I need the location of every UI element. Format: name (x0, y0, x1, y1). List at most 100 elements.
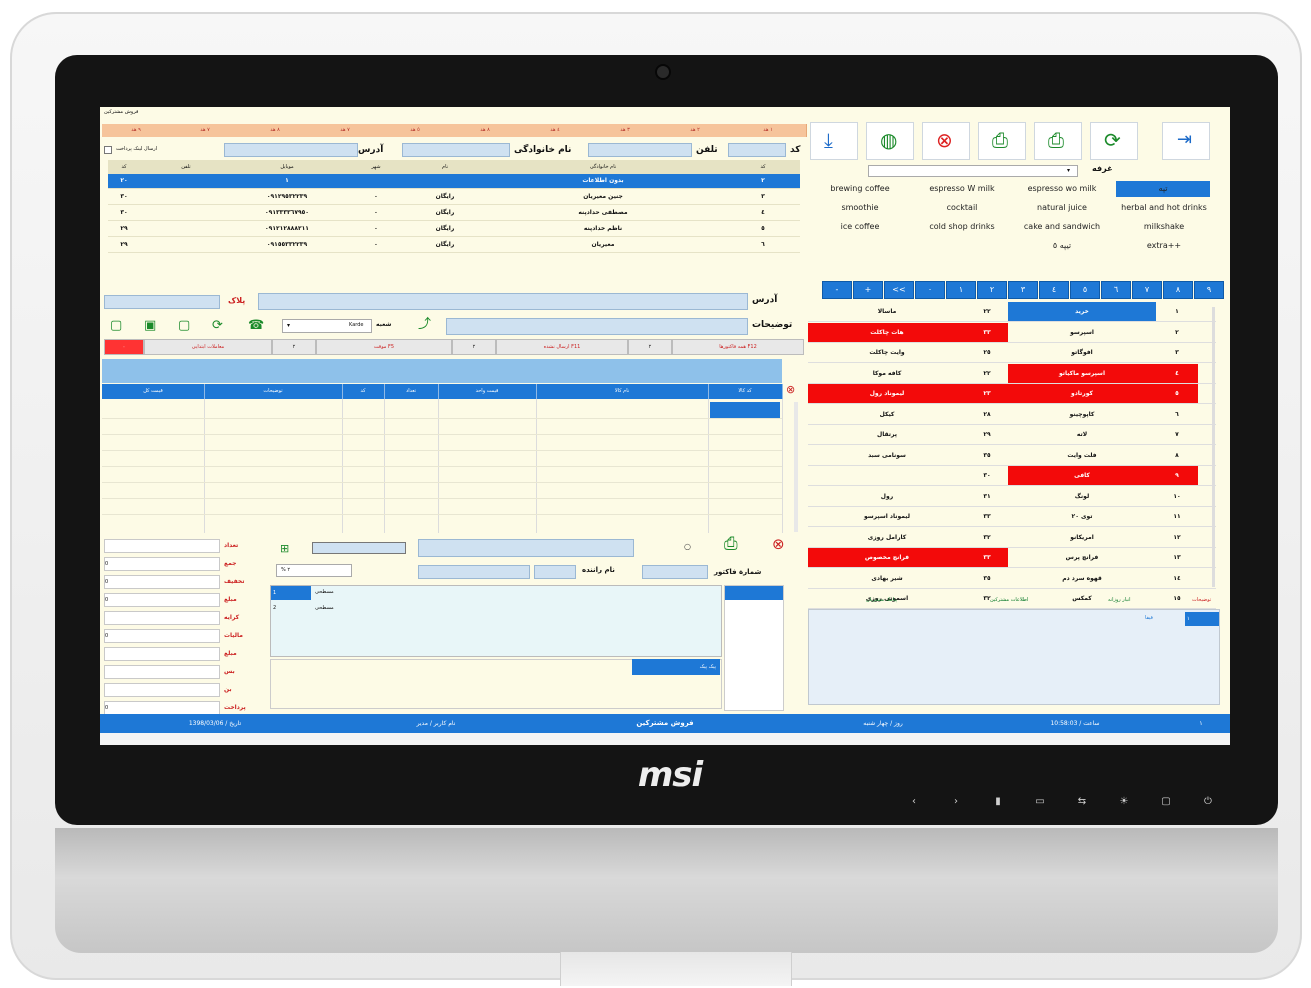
sum-field[interactable]: 0 (104, 557, 220, 571)
numpad-key[interactable]: ٢ (977, 281, 1007, 299)
room-select[interactable]: ▾ (868, 165, 1078, 177)
tab-all-invoices[interactable]: همه فاکتورها F12 (672, 339, 804, 355)
menu-row[interactable]: کیکل ٢٨ کاپوچینو ٦ (808, 405, 1216, 425)
globe-button[interactable]: ◍ (866, 122, 914, 160)
delete-invoice-icon[interactable]: ⊗ (772, 537, 785, 552)
code-search-input[interactable] (728, 143, 786, 157)
category-button[interactable]: تپه (1116, 181, 1210, 197)
category-button[interactable]: herbal and hot drinks (1112, 200, 1216, 216)
branch-select[interactable]: ▾ Karde (282, 319, 372, 333)
menu-row[interactable]: پرتقال ٢٩ لاته ٧ (808, 425, 1216, 445)
menu-row[interactable]: شیر بهادی ٣٥ قهوه سرد دم ١٤ (808, 569, 1216, 589)
numpad-key[interactable]: ٠ (915, 281, 945, 299)
printer-button[interactable]: ⎙ (1034, 122, 1082, 160)
power-icon[interactable]: ⏻ (1199, 796, 1217, 807)
discount-field[interactable]: 0 (104, 575, 220, 589)
radio-icon[interactable]: ○ (684, 543, 691, 551)
rent-field[interactable] (104, 611, 220, 625)
brightness-icon[interactable]: ☀ (1115, 796, 1133, 807)
right-arrow-icon[interactable]: › (947, 796, 965, 807)
numpad-key[interactable]: ٣ (1008, 281, 1038, 299)
phone-icon[interactable]: ☎ (248, 319, 264, 332)
column-header[interactable]: ٤ هد (520, 124, 591, 137)
family-search-input[interactable] (402, 143, 510, 157)
driver-select[interactable] (312, 542, 406, 554)
category-button[interactable]: cold shop drinks (912, 219, 1012, 235)
column-header[interactable]: ١ هد (730, 124, 807, 137)
edit-document-icon[interactable]: ▣ (144, 319, 156, 332)
pay-button[interactable]: پیک پیک (632, 659, 720, 675)
notes-row-number[interactable]: ١ (1185, 612, 1219, 626)
column-header[interactable]: ٢ هد (660, 124, 731, 137)
table-row[interactable]: ٦ معیریان رایگان ٠ ٠٩١٥٥٣٣٢٢٣٩ ٢٩ (108, 238, 800, 253)
column-header[interactable]: ٣ هد (590, 124, 661, 137)
menu-row[interactable]: سونامی سبد ٣٥ فلت وایت ٨ (808, 446, 1216, 466)
payment-field[interactable]: 0 (104, 701, 220, 715)
numpad-key[interactable]: ٤ (1039, 281, 1069, 299)
tax-field[interactable]: 0 (104, 629, 220, 643)
tab-daily[interactable]: انبار روزانه (1108, 598, 1131, 603)
column-header[interactable]: ٥ هد (380, 124, 451, 137)
card-field[interactable] (104, 683, 220, 697)
category-button[interactable]: milkshake (1112, 219, 1216, 235)
column-header[interactable]: ٨ هد (450, 124, 521, 137)
refresh-button[interactable]: ⟳ (1090, 122, 1138, 160)
numpad-key[interactable]: ٩ (1194, 281, 1224, 299)
column-header[interactable]: ٩ هد (102, 124, 171, 137)
menu-row[interactable]: کافه موکا ٢٢ اسپرسو ماکیاتو ٤ (808, 363, 1216, 384)
percent-select[interactable]: % ٢ (276, 564, 352, 577)
category-button[interactable]: cocktail (912, 200, 1012, 216)
amount2-field[interactable] (104, 647, 220, 661)
row-number[interactable]: 1 (271, 586, 311, 600)
column-header[interactable]: ٨ هد (240, 124, 311, 137)
numpad-key[interactable]: ١ (946, 281, 976, 299)
order-scrollbar[interactable] (794, 402, 798, 532)
table-row[interactable]: ٤ مصطفی حدادپنه رایگان ٠ ٠٩١٣٣٣٣٦٧٩٥٠ ٣٠ (108, 206, 800, 221)
receiver-input[interactable] (418, 565, 530, 579)
category-button[interactable]: cake and sandwich (1012, 219, 1112, 235)
menu-row[interactable]: کارامل روزی ٣٢ امریکانو ١٢ (808, 528, 1216, 548)
download-button[interactable]: ⤓ (810, 122, 858, 160)
address-search-input[interactable] (224, 143, 358, 157)
tab-notes[interactable]: توضیحات (1192, 598, 1211, 603)
menu-row[interactable]: لیموناد اسپرسو ٣٣ توی ٢٠ ١١ (808, 507, 1216, 527)
exit-button[interactable]: ⇥ (1162, 122, 1210, 160)
print-invoice-icon[interactable]: ⎙ (724, 536, 738, 553)
invoice-number-input[interactable] (642, 565, 708, 579)
delete-row-icon[interactable]: ⊗ (786, 384, 795, 395)
category-button[interactable]: تیپه ٥ (1012, 238, 1112, 254)
menu-row[interactable]: ٣٠ کافی ٩ (808, 466, 1216, 486)
rest-field[interactable] (104, 665, 220, 679)
menu-scrollbar[interactable] (1212, 307, 1215, 587)
category-button[interactable]: extra++ (1112, 238, 1216, 254)
input-icon[interactable]: ⇆ (1073, 796, 1091, 807)
menu-row[interactable]: وایت چاکلت ٢٥ افوگاتو ٣ (808, 343, 1216, 363)
left-arrow-icon[interactable]: ‹ (905, 796, 923, 807)
tab-initial-deals[interactable]: معاملات ابتدایی (144, 339, 272, 355)
column-header[interactable]: ٧ هد (170, 124, 241, 137)
category-button[interactable]: espresso W milk (912, 181, 1012, 197)
share-icon[interactable]: ⤴ (418, 318, 431, 331)
numpad-key[interactable]: - (822, 281, 852, 299)
receiver-code-input[interactable] (534, 565, 576, 579)
copy-document-icon[interactable]: ▢ (178, 319, 190, 332)
count-field[interactable] (104, 539, 220, 553)
tab-customer-sms[interactable]: پیامک مشتریان (866, 598, 897, 603)
address-input[interactable] (258, 293, 748, 310)
pelak-input[interactable] (104, 295, 220, 309)
order-active-cell[interactable] (710, 402, 780, 418)
amount-field[interactable]: 0 (104, 593, 220, 607)
menu-icon[interactable]: ▮ (989, 796, 1007, 807)
monitor-icon[interactable]: ▢ (1157, 796, 1175, 807)
phone-search-input[interactable] (588, 143, 692, 157)
new-document-icon[interactable]: ▢ (110, 319, 122, 332)
payment-link-checkbox[interactable] (104, 146, 112, 154)
category-button[interactable]: natural juice (1012, 200, 1112, 216)
print-button[interactable]: ⎙ (978, 122, 1026, 160)
numpad-key[interactable]: << (884, 281, 914, 299)
menu-row[interactable]: لیموناد رول ٢٣ کورتادو ٥ (808, 384, 1216, 404)
description-input[interactable] (418, 539, 634, 557)
menu-row[interactable]: رول ٣١ لونگ ١٠ (808, 487, 1216, 507)
tab-temporary[interactable]: موقت F5 (316, 339, 452, 355)
numpad-key[interactable]: ٧ (1132, 281, 1162, 299)
